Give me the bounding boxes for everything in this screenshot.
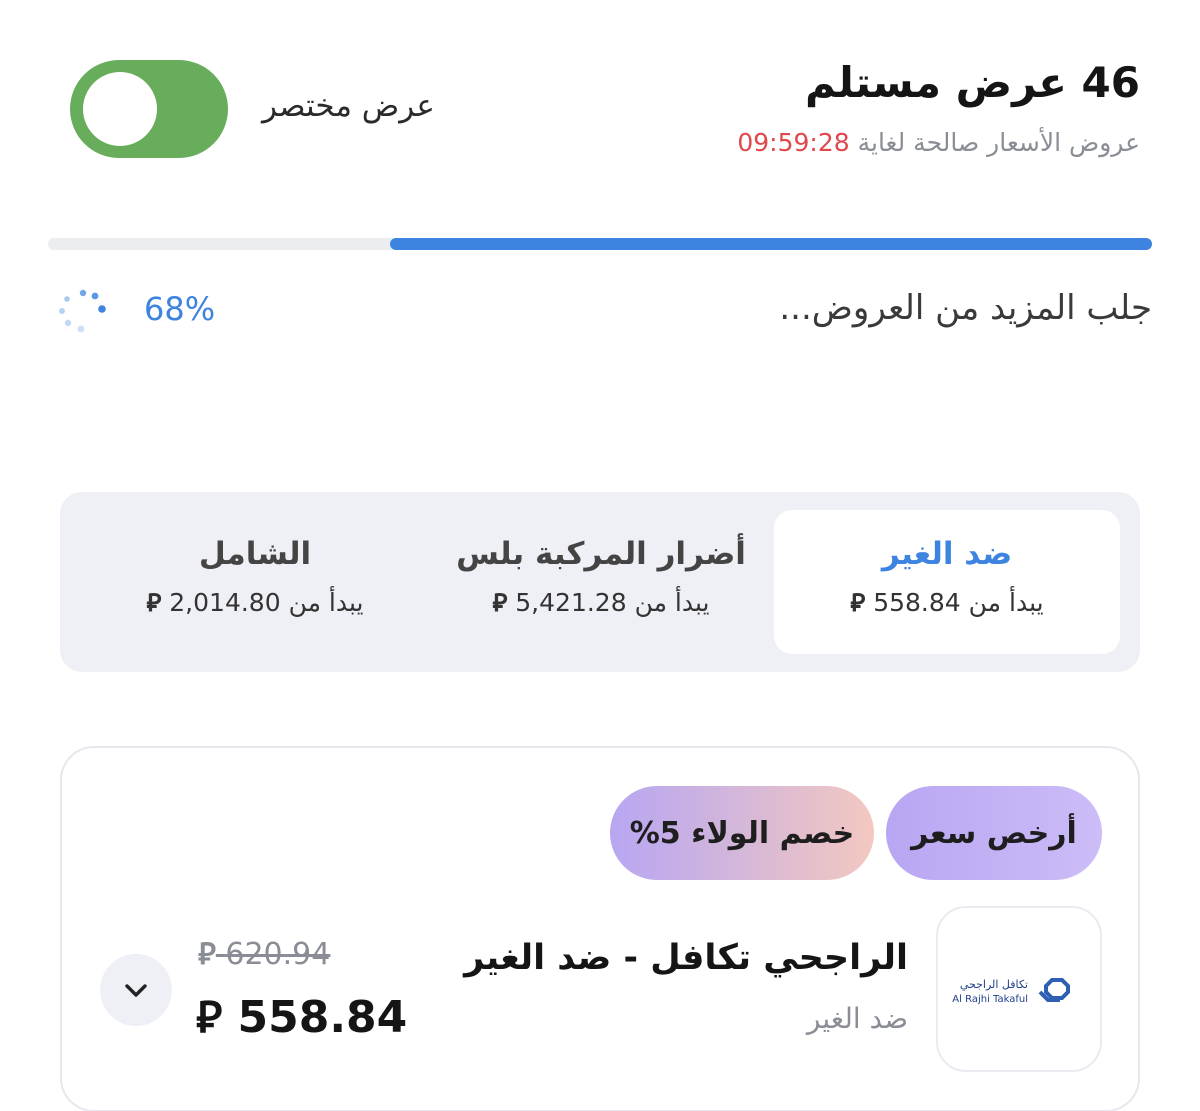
tab-price: يبدأ من 5,421.28 ⃁ — [428, 586, 774, 618]
old-price: ⃁ 620.94 — [198, 934, 330, 973]
starts-from-label: يبدأ من — [288, 588, 364, 617]
validity-prefix: عروض الأسعار صالحة لغاية — [857, 128, 1140, 157]
badge-loyalty-discount: خصم الولاء 5% — [610, 786, 874, 880]
loading-spinner-icon — [59, 289, 106, 333]
riyal-icon: ⃁ — [146, 588, 162, 617]
offer-card[interactable]: أرخص سعر خصم الولاء 5% تكافل الراجحي Al … — [60, 746, 1140, 1111]
price-value: 5,421.28 — [515, 588, 627, 617]
starts-from-label: يبدأ من — [634, 588, 710, 617]
tab-price: يبدأ من 558.84 ⃁ — [774, 586, 1120, 618]
svg-text:Al Rajhi Takaful: Al Rajhi Takaful — [952, 994, 1028, 1005]
expand-offer-button[interactable] — [100, 954, 172, 1026]
riyal-icon: ⃁ — [196, 992, 223, 1043]
progress-fill — [390, 238, 1152, 250]
loading-text: جلب المزيد من العروض... — [779, 288, 1152, 328]
starts-from-label: يبدأ من — [968, 588, 1044, 617]
al-rajhi-takaful-logo-icon: تكافل الراجحي Al Rajhi Takaful — [952, 978, 1070, 1005]
coverage-tabs: ضد الغير يبدأ من 558.84 ⃁ أضرار المركبة … — [60, 492, 1140, 672]
provider-logo: تكافل الراجحي Al Rajhi Takaful — [936, 906, 1102, 1072]
compact-view-toggle[interactable] — [70, 60, 228, 158]
tab-title: أضرار المركبة بلس — [456, 536, 746, 572]
price-value: 2,014.80 — [169, 588, 281, 617]
riyal-icon: ⃁ — [850, 588, 866, 617]
riyal-icon: ⃁ — [492, 588, 508, 617]
validity-note: عروض الأسعار صالحة لغاية 09:59:28 — [737, 128, 1140, 157]
chevron-down-icon — [125, 984, 147, 997]
svg-text:تكافل الراجحي: تكافل الراجحي — [960, 978, 1028, 991]
tab-vehicle-damage-plus[interactable]: أضرار المركبة بلس يبدأ من 5,421.28 ⃁ — [428, 510, 774, 654]
tab-third-party[interactable]: ضد الغير يبدأ من 558.84 ⃁ — [774, 510, 1120, 654]
offer-price-value: 558.84 — [237, 992, 408, 1043]
offer-price: ⃁ 558.84 — [196, 988, 407, 1045]
badge-cheapest-price: أرخص سعر — [886, 786, 1102, 880]
toggle-knob — [83, 72, 157, 146]
tab-title: ضد الغير — [881, 536, 1013, 572]
validity-timer: 09:59:28 — [737, 128, 850, 157]
tab-price: يبدأ من 2,014.80 ⃁ — [82, 586, 428, 618]
price-value: 558.84 — [873, 588, 961, 617]
progress-percent: 68% — [144, 290, 216, 328]
provider-name: الراجحي تكافل - ضد الغير — [464, 938, 908, 978]
tab-comprehensive[interactable]: الشامل يبدأ من 2,014.80 ⃁ — [82, 510, 428, 654]
tab-title: الشامل — [198, 536, 312, 572]
offers-count-title: 46 عرض مستلم — [805, 58, 1140, 107]
provider-coverage: ضد الغير — [806, 1002, 908, 1035]
old-price-value: 620.94 — [225, 937, 331, 972]
riyal-icon: ⃁ — [198, 937, 216, 972]
loading-progress-bar — [48, 238, 1152, 250]
compact-view-label: عرض مختصر — [262, 88, 435, 124]
